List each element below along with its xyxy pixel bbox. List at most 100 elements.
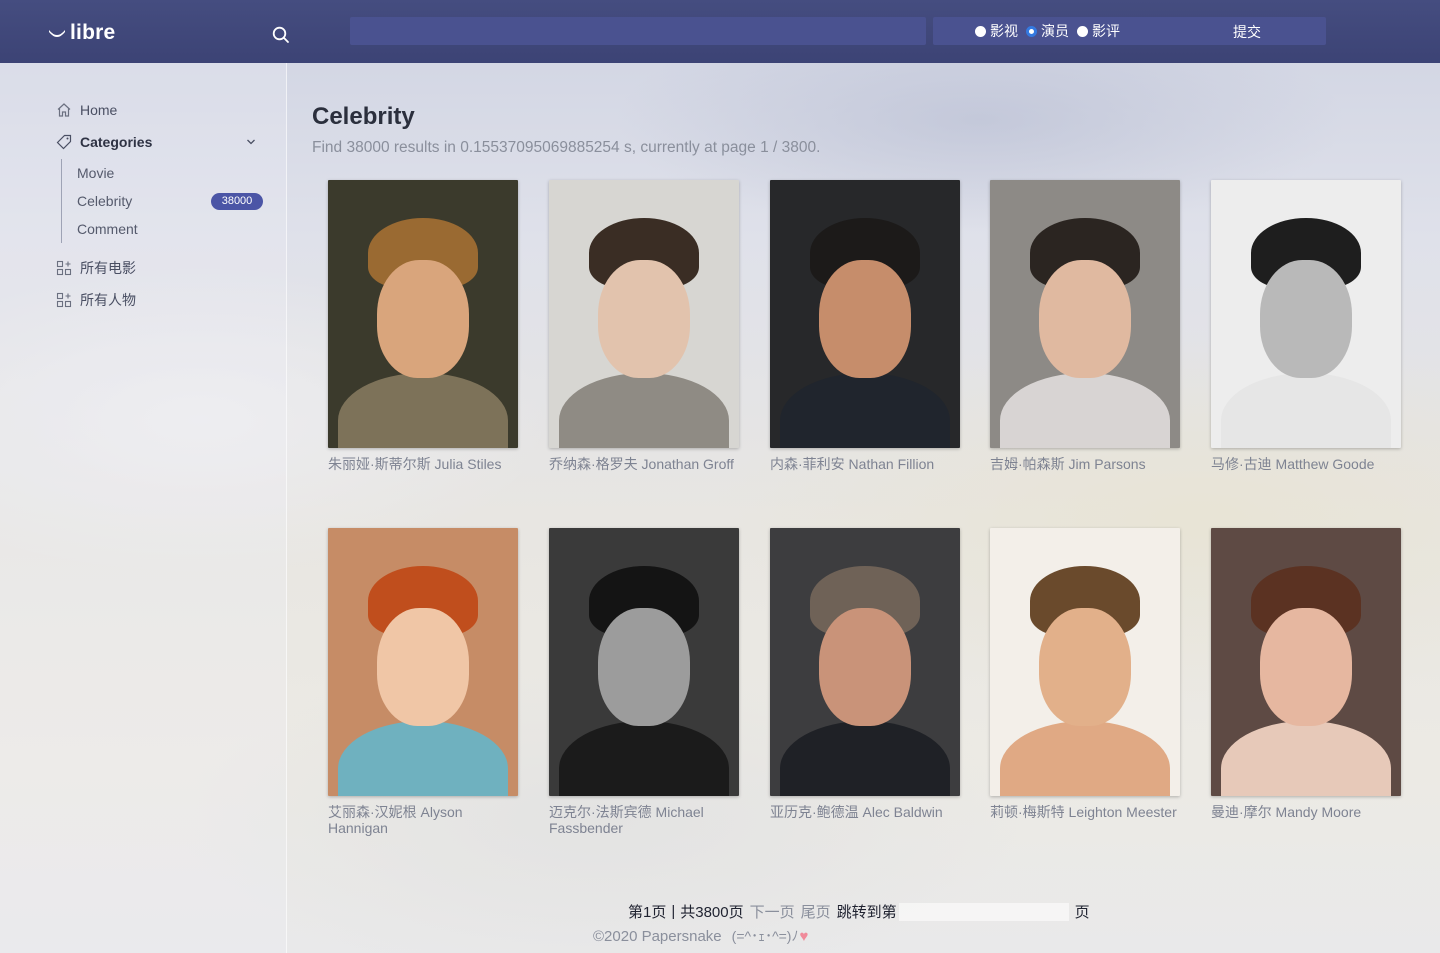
sidebar-item-all-people[interactable]: 所有人物 [56, 290, 136, 310]
celebrity-name[interactable]: 朱丽娅·斯蒂尔斯 Julia Stiles [328, 456, 518, 472]
sidebar-item-home[interactable]: Home [56, 102, 117, 118]
sidebar-item-all-movies[interactable]: 所有电影 [56, 258, 136, 278]
next-page-link[interactable]: 下一页 [750, 901, 795, 922]
celebrity-name[interactable]: 迈克尔·法斯宾德 Michael Fassbender [549, 804, 739, 836]
celebrity-name[interactable]: 内森·菲利安 Nathan Fillion [770, 456, 960, 472]
jump-label: 跳转到第 [836, 904, 897, 921]
app-logo[interactable]: libre [48, 20, 115, 46]
photo-body-shape [1000, 721, 1170, 796]
page-title: Celebrity [312, 103, 415, 130]
libre-smile-logo-icon [49, 30, 65, 37]
home-icon [57, 103, 71, 117]
celebrity-count-badge: 38000 [211, 193, 263, 210]
chevron-down-icon[interactable] [246, 137, 256, 147]
tag-icon [56, 134, 72, 150]
current-page: 第1页 [628, 904, 667, 921]
jump-page-input[interactable] [898, 902, 1069, 921]
photo-face-shape [1260, 260, 1352, 379]
radio-review[interactable]: 影评 [1077, 21, 1120, 41]
celebrity-name[interactable]: 亚历克·鲍德温 Alec Baldwin [770, 804, 960, 820]
celebrity-photo[interactable] [549, 528, 739, 796]
app-name: libre [70, 21, 116, 44]
grid-add-icon [56, 292, 72, 308]
sidebar-item-label: 所有电影 [80, 260, 136, 276]
photo-body-shape [1000, 373, 1170, 448]
sidebar-item-label: Categories [80, 134, 153, 150]
photo-face-shape [598, 260, 690, 379]
heart-icon: ♥ [799, 927, 809, 945]
celebrity-card[interactable]: 迈克尔·法斯宾德 Michael Fassbender [549, 528, 739, 836]
radio-label: 影评 [1092, 23, 1120, 39]
sidebar-item-categories[interactable]: Categories [56, 134, 152, 150]
celebrity-name[interactable]: 吉姆·帕森斯 Jim Parsons [990, 456, 1180, 472]
sidebar-item-label: Home [80, 102, 118, 118]
pagination-separator: | [671, 903, 676, 920]
copyright-text: ©2020 Papersnake [593, 927, 722, 945]
celebrity-card[interactable]: 朱丽娅·斯蒂尔斯 Julia Stiles [328, 180, 518, 472]
celebrity-photo[interactable] [328, 528, 518, 796]
photo-face-shape [1260, 608, 1352, 727]
celebrity-card[interactable]: 吉姆·帕森斯 Jim Parsons [990, 180, 1180, 472]
celebrity-card[interactable]: 亚历克·鲍德温 Alec Baldwin [770, 528, 960, 820]
celebrity-card[interactable]: 艾丽森·汉妮根 Alyson Hannigan [328, 528, 518, 836]
photo-body-shape [338, 373, 508, 448]
radio-label: 影视 [990, 23, 1018, 39]
jump-suffix: 页 [1074, 904, 1090, 921]
sidebar-item-comment[interactable]: Comment [77, 221, 138, 237]
sidebar-item-label: 所有人物 [80, 292, 136, 308]
celebrity-name[interactable]: 莉顿·梅斯特 Leighton Meester [990, 804, 1180, 820]
celebrity-photo[interactable] [770, 528, 960, 796]
emoticon: (=^･ｪ･^=)ﾉ [731, 928, 799, 944]
photo-body-shape [338, 721, 508, 796]
photo-face-shape [377, 608, 469, 727]
photo-body-shape [780, 373, 950, 448]
photo-face-shape [1039, 608, 1131, 727]
submenu-guide-line [61, 159, 62, 243]
search-result-summary: Find 38000 results in 0.1553709506988525… [312, 139, 821, 156]
photo-body-shape [1221, 373, 1391, 448]
photo-face-shape [377, 260, 469, 379]
celebrity-photo[interactable] [770, 180, 960, 448]
photo-face-shape [598, 608, 690, 727]
photo-body-shape [780, 721, 950, 796]
pagination: 第1页 | 共3800页 下一页 尾页 跳转到第 页 [628, 901, 1090, 922]
celebrity-card[interactable]: 内森·菲利安 Nathan Fillion [770, 180, 960, 472]
radio-actor[interactable]: 演员 [1026, 21, 1069, 41]
top-navigation-bar: libre 影视 演员 影评 提交 [0, 0, 1440, 63]
celebrity-name[interactable]: 马修·古迪 Matthew Goode [1211, 456, 1401, 472]
celebrity-card[interactable]: 曼迪·摩尔 Mandy Moore [1211, 528, 1401, 820]
radio-movie[interactable]: 影视 [975, 21, 1018, 41]
celebrity-name[interactable]: 曼迪·摩尔 Mandy Moore [1211, 804, 1401, 820]
celebrity-photo[interactable] [1211, 528, 1401, 796]
search-input[interactable] [350, 17, 926, 45]
radio-button[interactable] [1077, 25, 1088, 37]
celebrity-name[interactable]: 艾丽森·汉妮根 Alyson Hannigan [328, 804, 518, 836]
celebrity-photo[interactable] [1211, 180, 1401, 448]
grid-add-icon [56, 260, 72, 276]
total-pages: 共3800页 [680, 904, 744, 921]
photo-face-shape [819, 608, 911, 727]
celebrity-card[interactable]: 马修·古迪 Matthew Goode [1211, 180, 1401, 472]
submit-button[interactable]: 提交 [1233, 22, 1261, 42]
photo-face-shape [819, 260, 911, 379]
search-icon[interactable] [271, 25, 291, 45]
radio-label: 演员 [1041, 23, 1069, 39]
photo-face-shape [1039, 260, 1131, 379]
photo-body-shape [559, 721, 729, 796]
last-page-link[interactable]: 尾页 [801, 901, 831, 922]
radio-button-checked[interactable] [1026, 25, 1037, 37]
photo-body-shape [1221, 721, 1391, 796]
celebrity-photo[interactable] [990, 180, 1180, 448]
celebrity-card[interactable]: 乔纳森·格罗夫 Jonathan Groff [549, 180, 739, 472]
footer: ©2020 Papersnake (=^･ｪ･^=)ﾉ ♥ [593, 926, 808, 946]
sidebar-item-celebrity[interactable]: Celebrity [77, 193, 132, 209]
sidebar-item-movie[interactable]: Movie [77, 165, 114, 181]
photo-body-shape [559, 373, 729, 448]
search-type-radio-group: 影视 演员 影评 [933, 17, 1326, 45]
celebrity-photo[interactable] [328, 180, 518, 448]
celebrity-photo[interactable] [549, 180, 739, 448]
celebrity-card[interactable]: 莉顿·梅斯特 Leighton Meester [990, 528, 1180, 820]
celebrity-photo[interactable] [990, 528, 1180, 796]
celebrity-name[interactable]: 乔纳森·格罗夫 Jonathan Groff [549, 456, 739, 472]
radio-button[interactable] [975, 25, 986, 37]
